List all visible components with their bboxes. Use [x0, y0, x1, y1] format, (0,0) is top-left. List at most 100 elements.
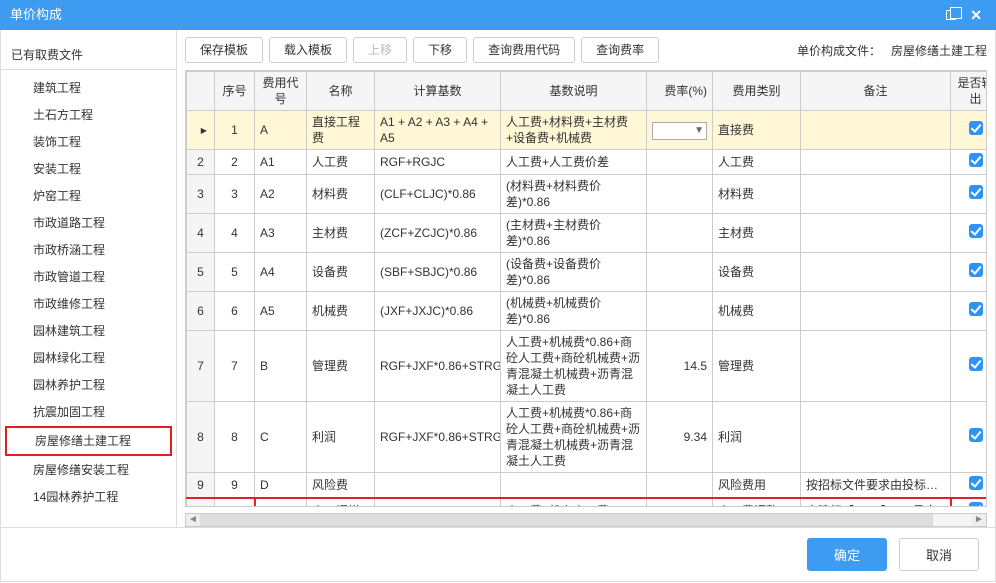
- cell-category[interactable]: 直接费: [713, 111, 801, 150]
- tree-item[interactable]: 园林养护工程: [5, 372, 172, 398]
- cell-rate[interactable]: [647, 150, 713, 175]
- cell-desc[interactable]: (机械费+机械费价差)*0.86: [501, 292, 647, 331]
- checkbox-checked-icon[interactable]: [969, 476, 983, 490]
- cell-serial[interactable]: 1: [215, 111, 255, 150]
- cell-basis[interactable]: (JXF+JXJC)*0.86: [375, 292, 501, 331]
- table-row[interactable]: 44A3主材费(ZCF+ZCJC)*0.86(主材费+主材费价差)*0.86主材…: [187, 214, 988, 253]
- header-desc[interactable]: 基数说明: [501, 72, 647, 111]
- cell-serial[interactable]: 3: [215, 175, 255, 214]
- cell-name[interactable]: 直接工程费: [307, 111, 375, 150]
- header-output[interactable]: 是否输出: [951, 72, 988, 111]
- tree-item[interactable]: 市政桥涵工程: [5, 237, 172, 263]
- row-marker[interactable]: 5: [187, 253, 215, 292]
- ok-button[interactable]: 确定: [807, 538, 887, 571]
- close-icon[interactable]: ✕: [970, 0, 982, 30]
- cell-rate[interactable]: [647, 175, 713, 214]
- checkbox-checked-icon[interactable]: [969, 302, 983, 316]
- cell-name[interactable]: 主材费: [307, 214, 375, 253]
- cell-name[interactable]: 机械费: [307, 292, 375, 331]
- row-marker[interactable]: 3: [187, 175, 215, 214]
- cell-code[interactable]: A4: [255, 253, 307, 292]
- cell-serial[interactable]: 6: [215, 292, 255, 331]
- cell-rate[interactable]: [647, 473, 713, 499]
- checkbox-checked-icon[interactable]: [969, 224, 983, 238]
- load-template-button[interactable]: 载入模板: [269, 37, 347, 63]
- cell-serial[interactable]: 2: [215, 150, 255, 175]
- cell-category[interactable]: 人工费: [713, 150, 801, 175]
- cell-remark[interactable]: [801, 150, 951, 175]
- cell-category[interactable]: 管理费: [713, 331, 801, 402]
- cell-serial[interactable]: 8: [215, 402, 255, 473]
- row-marker[interactable]: 10: [187, 498, 215, 507]
- cell-output[interactable]: [951, 175, 988, 214]
- cell-code[interactable]: A1: [255, 150, 307, 175]
- tree-item[interactable]: 房屋修缮土建工程: [5, 426, 172, 456]
- cell-rate[interactable]: 9.34: [647, 402, 713, 473]
- cell-rate[interactable]: 21: [647, 498, 713, 507]
- cell-name[interactable]: 人工调增: [307, 498, 375, 507]
- cell-name[interactable]: 材料费: [307, 175, 375, 214]
- cell-output[interactable]: [951, 150, 988, 175]
- cell-rate[interactable]: [647, 214, 713, 253]
- checkbox-checked-icon[interactable]: [969, 263, 983, 277]
- cell-rate[interactable]: [647, 292, 713, 331]
- cell-remark[interactable]: [801, 214, 951, 253]
- cell-name[interactable]: 设备费: [307, 253, 375, 292]
- cell-basis[interactable]: (CLF+CLJC)*0.86: [375, 175, 501, 214]
- cell-serial[interactable]: 9: [215, 473, 255, 499]
- cell-output[interactable]: [951, 331, 988, 402]
- header-code[interactable]: 费用代号: [255, 72, 307, 111]
- tree-item[interactable]: 装饰工程: [5, 129, 172, 155]
- query-rate-button[interactable]: 查询费率: [581, 37, 659, 63]
- cell-category[interactable]: 机械费: [713, 292, 801, 331]
- tree-item[interactable]: 14园林养护工程: [5, 484, 172, 510]
- cell-output[interactable]: [951, 292, 988, 331]
- cell-output[interactable]: [951, 214, 988, 253]
- cell-remark[interactable]: [801, 175, 951, 214]
- cell-rate[interactable]: 14.5: [647, 331, 713, 402]
- row-marker[interactable]: 8: [187, 402, 215, 473]
- table-row[interactable]: 77B管理费RGF+JXF*0.86+STRGF+STJXF+LQTJXF+LQ…: [187, 331, 988, 402]
- scroll-right-icon[interactable]: ►: [972, 514, 986, 526]
- cell-code[interactable]: A2: [255, 175, 307, 214]
- tree-item[interactable]: 炉窑工程: [5, 183, 172, 209]
- cell-desc[interactable]: 人工费+机械费*0.86+商砼人工费+商砼机械费+沥青混凝土机械费+沥青混凝土人…: [501, 402, 647, 473]
- tree-list[interactable]: 建筑工程土石方工程装饰工程安装工程炉窑工程市政道路工程市政桥涵工程市政管道工程市…: [1, 70, 176, 527]
- checkbox-checked-icon[interactable]: [969, 428, 983, 442]
- cell-desc[interactable]: 人工费+机械费*0.86+商砼人工费+商砼机械费+沥青混凝土机械费+沥青混凝土人…: [501, 331, 647, 402]
- cell-code[interactable]: A: [255, 111, 307, 150]
- cell-serial[interactable]: 7: [215, 331, 255, 402]
- row-marker[interactable]: 4: [187, 214, 215, 253]
- cell-code[interactable]: B: [255, 331, 307, 402]
- cell-code[interactable]: D: [255, 473, 307, 499]
- checkbox-checked-icon[interactable]: [969, 357, 983, 371]
- cell-category[interactable]: 设备费: [713, 253, 801, 292]
- checkbox-checked-icon[interactable]: [969, 502, 983, 507]
- header-basis[interactable]: 计算基数: [375, 72, 501, 111]
- tree-item[interactable]: 市政维修工程: [5, 291, 172, 317]
- checkbox-checked-icon[interactable]: [969, 153, 983, 167]
- chevron-down-icon[interactable]: ▼: [694, 123, 704, 139]
- cell-basis[interactable]: A1 + A2 + A3 + A4 + A5: [375, 111, 501, 150]
- cell-remark[interactable]: [801, 111, 951, 150]
- save-template-button[interactable]: 保存模板: [185, 37, 263, 63]
- cell-basis[interactable]: RGF+JSRGF*0.86: [375, 498, 501, 507]
- header-remark[interactable]: 备注: [801, 72, 951, 111]
- row-marker[interactable]: 1: [187, 111, 215, 150]
- cell-desc[interactable]: (设备费+设备费价差)*0.86: [501, 253, 647, 292]
- tree-item[interactable]: 园林建筑工程: [5, 318, 172, 344]
- cell-basis[interactable]: (ZCF+ZCJC)*0.86: [375, 214, 501, 253]
- tree-item[interactable]: 房屋修缮安装工程: [5, 457, 172, 483]
- cell-remark[interactable]: [801, 253, 951, 292]
- cell-output[interactable]: [951, 402, 988, 473]
- header-rate[interactable]: 费率(%): [647, 72, 713, 111]
- grid[interactable]: 序号 费用代号 名称 计算基数 基数说明 费率(%) 费用类别 备注 是否输出 …: [185, 70, 987, 507]
- move-up-button[interactable]: 上移: [353, 37, 407, 63]
- row-marker[interactable]: 9: [187, 473, 215, 499]
- cell-code[interactable]: A5: [255, 292, 307, 331]
- checkbox-checked-icon[interactable]: [969, 121, 983, 135]
- header-serial[interactable]: 序号: [215, 72, 255, 111]
- cell-remark[interactable]: [801, 331, 951, 402]
- cell-remark[interactable]: [801, 292, 951, 331]
- cell-category[interactable]: 风险费用: [713, 473, 801, 499]
